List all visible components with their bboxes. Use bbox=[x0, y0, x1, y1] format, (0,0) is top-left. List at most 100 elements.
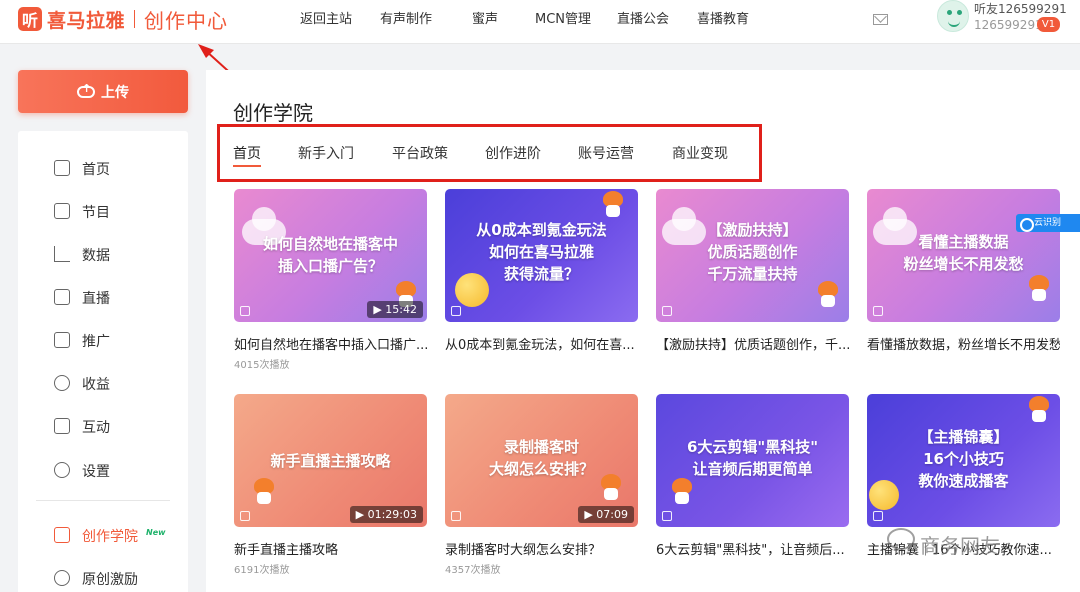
sidebar-item-label: 收益 bbox=[82, 377, 110, 393]
card-title[interactable]: 6大云剪辑"黑科技"，让音频后... bbox=[656, 539, 849, 558]
sidebar-item-income[interactable]: 收益 bbox=[18, 370, 188, 396]
course-thumbnail[interactable]: 【主播锦囊】 16个小技巧 教你速成播客 bbox=[867, 394, 1060, 527]
mascot-figure bbox=[599, 474, 623, 500]
document-icon bbox=[873, 306, 883, 316]
thumbnail-text: 6大云剪辑"黑科技" 让音频后期更简单 bbox=[686, 438, 819, 478]
thumbnail-text: 看懂主播数据 粉丝增长不用发愁 bbox=[903, 233, 1024, 273]
mascot-figure bbox=[1027, 396, 1051, 422]
mascot-figure bbox=[1027, 275, 1051, 301]
course-thumbnail[interactable]: 6大云剪辑"黑科技" 让音频后期更简单 bbox=[656, 394, 849, 527]
logo-brand: 喜马拉雅 bbox=[47, 9, 126, 32]
gear-icon bbox=[54, 462, 70, 478]
tab-active-indicator bbox=[233, 165, 261, 167]
card-title[interactable]: 新手直播主播攻略 bbox=[234, 539, 427, 558]
sidebar-item-label: 节目 bbox=[82, 205, 110, 221]
sidebar-item-promotion[interactable]: 推广 bbox=[18, 327, 188, 353]
speaker-icon bbox=[54, 332, 70, 348]
course-thumbnail[interactable]: 从0成本到氪金玩法 如何在喜马拉雅 获得流量？ bbox=[445, 189, 638, 322]
card-title[interactable]: 从0成本到氪金玩法，如何在喜... bbox=[445, 334, 638, 353]
user-name[interactable]: 听友126599291 bbox=[974, 0, 1067, 17]
vip-badge: V1 bbox=[1037, 17, 1060, 32]
logo[interactable]: 听 喜马拉雅 创作中心 bbox=[18, 6, 229, 33]
top-bar: 听 喜马拉雅 创作中心 返回主站 有声制作 蜜声 MCN管理 直播公会 喜播教育… bbox=[0, 0, 1080, 44]
course-thumbnail[interactable]: 如何自然地在播客中 插入口播广告？ ▶ 15:42 bbox=[234, 189, 427, 322]
radio-icon bbox=[54, 203, 70, 219]
tab-monetization[interactable]: 商业变现 bbox=[672, 143, 728, 163]
upload-button[interactable]: 上传 bbox=[18, 70, 188, 113]
tab-advanced[interactable]: 创作进阶 bbox=[485, 143, 541, 163]
floating-cloud-recognition-tag[interactable]: 云识别 bbox=[1016, 214, 1080, 232]
mascot-figure bbox=[252, 478, 276, 504]
sidebar-item-home[interactable]: 首页 bbox=[18, 155, 188, 181]
thumbnail-text: 【激励扶持】 优质话题创作 千万流量扶持 bbox=[707, 221, 798, 283]
tab-beginner[interactable]: 新手入门 bbox=[298, 143, 354, 163]
play-count: 4015次播放 bbox=[234, 360, 290, 371]
new-badge: New bbox=[146, 528, 166, 537]
card-title[interactable]: 如何自然地在播客中插入口播广... bbox=[234, 334, 427, 353]
sidebar-item-label: 推广 bbox=[82, 334, 110, 350]
medal-icon bbox=[54, 570, 70, 586]
sidebar-item-original-incentive[interactable]: 原创激励 bbox=[18, 565, 188, 591]
duration-badge: ▶ 07:09 bbox=[578, 506, 634, 523]
mail-icon[interactable] bbox=[873, 14, 888, 25]
card-title[interactable]: 录制播客时大纲怎么安排？ bbox=[445, 539, 638, 558]
upload-cloud-icon bbox=[77, 82, 95, 98]
user-id: 126599291 bbox=[974, 18, 1043, 32]
sidebar-item-label: 互动 bbox=[82, 420, 110, 436]
tab-policy[interactable]: 平台政策 bbox=[392, 143, 448, 163]
sidebar-item-academy[interactable]: 创作学院 New bbox=[18, 522, 188, 548]
sidebar: 首页 节目 数据 直播 推广 收益 互动 设置 创作学院 New 原创激励 bbox=[18, 131, 188, 592]
mascot-figure bbox=[670, 478, 694, 504]
course-thumbnail[interactable]: 【激励扶持】 优质话题创作 千万流量扶持 bbox=[656, 189, 849, 322]
tab-account-ops[interactable]: 账号运营 bbox=[578, 143, 634, 163]
logo-divider bbox=[134, 10, 136, 28]
nav-audio-production[interactable]: 有声制作 bbox=[380, 8, 432, 27]
nav-live-guild[interactable]: 直播公会 bbox=[617, 8, 669, 27]
course-thumbnail[interactable]: 新手直播主播攻略 ▶ 01:29:03 bbox=[234, 394, 427, 527]
watermark-text: 商务网友 bbox=[920, 534, 1000, 558]
duration-badge: ▶ 01:29:03 bbox=[349, 506, 423, 523]
home-icon bbox=[54, 160, 70, 176]
sidebar-item-label: 创作学院 bbox=[82, 529, 138, 545]
nav-education[interactable]: 喜播教育 bbox=[697, 8, 749, 27]
sidebar-item-programs[interactable]: 节目 bbox=[18, 198, 188, 224]
graduation-cap-icon bbox=[54, 527, 70, 543]
sidebar-item-settings[interactable]: 设置 bbox=[18, 457, 188, 483]
document-icon bbox=[451, 306, 461, 316]
thumbnail-text: 【主播锦囊】 16个小技巧 教你速成播客 bbox=[918, 428, 1009, 490]
thumbnail-text: 新手直播主播攻略 bbox=[270, 452, 391, 470]
sidebar-item-label: 原创激励 bbox=[82, 572, 138, 588]
nav-mcn[interactable]: MCN管理 bbox=[535, 8, 591, 27]
sidebar-item-data[interactable]: 数据 bbox=[18, 241, 188, 267]
duration-badge: ▶ 15:42 bbox=[367, 301, 423, 318]
logo-subtitle: 创作中心 bbox=[144, 8, 229, 33]
course-thumbnail[interactable]: 录制播客时 大纲怎么安排？ ▶ 07:09 bbox=[445, 394, 638, 527]
tv-icon bbox=[54, 289, 70, 305]
course-thumbnail[interactable]: 看懂主播数据 粉丝增长不用发愁 bbox=[867, 189, 1060, 322]
sidebar-divider bbox=[36, 500, 170, 501]
avatar[interactable] bbox=[937, 0, 969, 32]
sidebar-item-label: 数据 bbox=[82, 248, 110, 264]
headphone-icon bbox=[240, 306, 250, 316]
document-icon bbox=[662, 511, 672, 521]
logo-mark: 听 bbox=[18, 7, 42, 31]
play-count: 6191次播放 bbox=[234, 565, 290, 576]
emoji-ball bbox=[455, 273, 489, 307]
yen-icon bbox=[54, 375, 70, 391]
thumbnail-text: 如何自然地在播客中 插入口播广告？ bbox=[262, 235, 398, 275]
sidebar-item-interaction[interactable]: 互动 bbox=[18, 413, 188, 439]
nav-home[interactable]: 返回主站 bbox=[300, 8, 352, 27]
mascot-figure bbox=[601, 191, 625, 217]
sidebar-item-live[interactable]: 直播 bbox=[18, 284, 188, 310]
nav-misheng[interactable]: 蜜声 bbox=[472, 8, 498, 27]
page-title: 创作学院 bbox=[233, 101, 313, 125]
watermark-logo-icon bbox=[887, 528, 915, 550]
tab-home[interactable]: 首页 bbox=[233, 143, 261, 163]
card-title[interactable]: 【激励扶持】优质话题创作，千... bbox=[656, 334, 849, 353]
card-title[interactable]: 看懂播放数据，粉丝增长不用发愁 bbox=[867, 334, 1060, 353]
emoji-ball bbox=[869, 480, 899, 510]
chat-icon bbox=[54, 418, 70, 434]
headphone-icon bbox=[240, 511, 250, 521]
chart-icon bbox=[54, 246, 70, 262]
sidebar-item-label: 首页 bbox=[82, 162, 110, 178]
